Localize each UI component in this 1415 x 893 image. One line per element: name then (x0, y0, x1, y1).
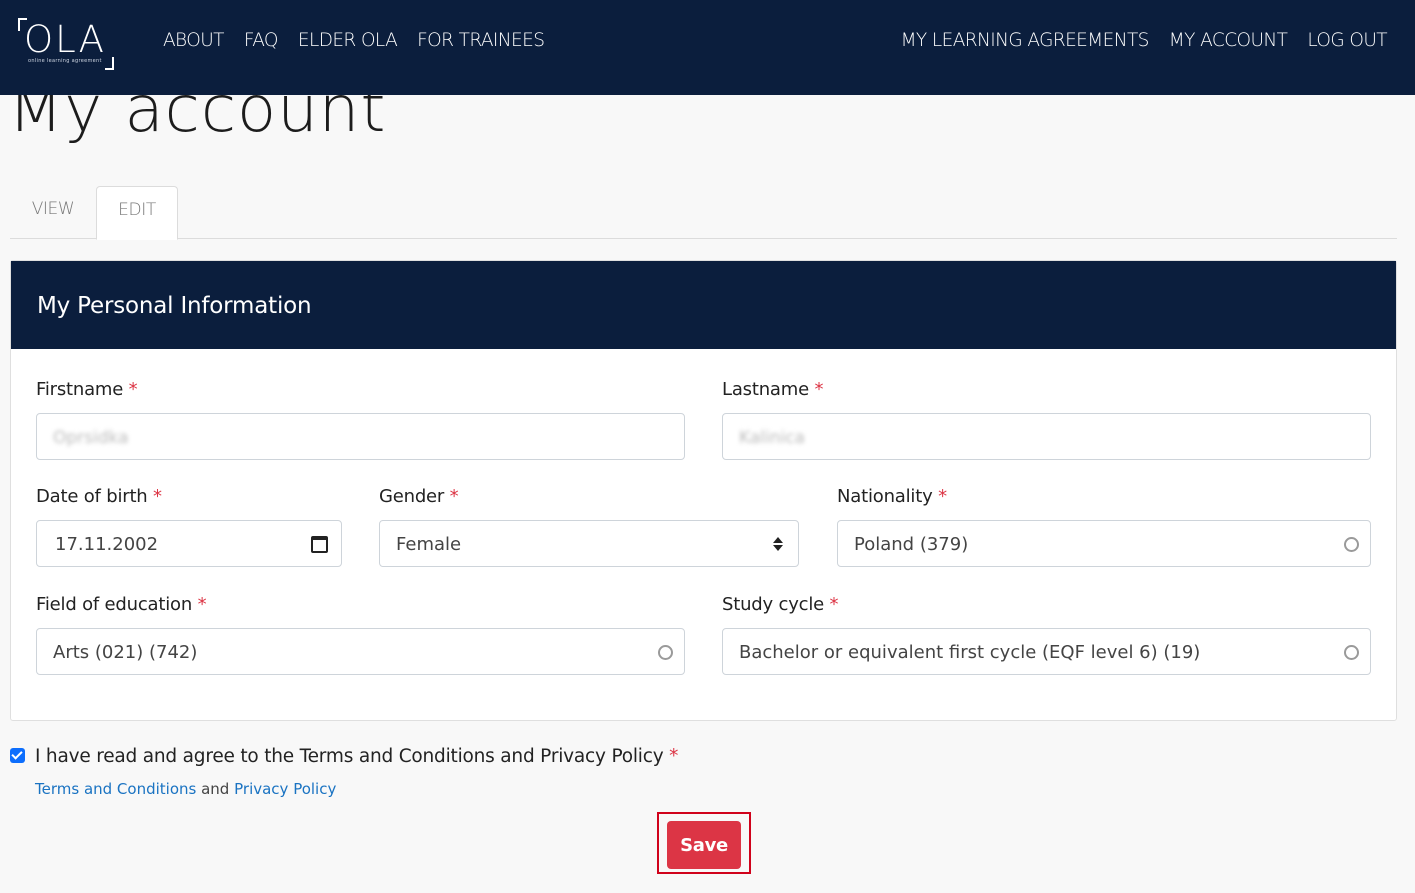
nav-link-about[interactable]: ABOUT (163, 29, 224, 53)
study-cycle-label: Study cycle * (722, 593, 839, 617)
save-button[interactable]: Save (667, 821, 741, 869)
dob-label-text: Date of birth (36, 486, 148, 507)
gender-label: Gender * (379, 485, 459, 509)
required-marker: * (449, 486, 459, 507)
field-of-education-value: Arts (021) (742) (53, 642, 198, 663)
required-marker: * (938, 486, 947, 507)
top-navbar: OLA online learning agreement ABOUT FAQ … (0, 0, 1415, 95)
required-marker: * (829, 594, 839, 615)
required-marker: * (128, 379, 138, 400)
study-cycle-autocomplete[interactable]: Bachelor or equivalent first cycle (EQF … (722, 628, 1371, 675)
study-cycle-label-text: Study cycle (722, 594, 825, 615)
nationality-autocomplete[interactable]: Poland (379) (837, 520, 1371, 567)
nav-left-links: ABOUT FAQ ELDER OLA FOR TRAINEES (163, 29, 545, 53)
nav-link-my-account[interactable]: MY ACCOUNT (1169, 29, 1288, 53)
ola-logo[interactable]: OLA online learning agreement (18, 18, 114, 70)
field-of-education-label-text: Field of education (36, 594, 193, 615)
lastname-input[interactable]: Kalinica (722, 413, 1371, 460)
nationality-label-text: Nationality (837, 486, 933, 507)
policy-links: Terms and Conditions and Privacy Policy (35, 778, 336, 800)
nav-right-links: MY LEARNING AGREEMENTS MY ACCOUNT LOG OU… (901, 29, 1388, 53)
study-cycle-value: Bachelor or equivalent first cycle (EQF … (739, 642, 1201, 663)
nav-link-my-learning-agreements[interactable]: MY LEARNING AGREEMENTS (901, 29, 1150, 53)
firstname-label-text: Firstname (36, 379, 124, 400)
select-arrows-icon (773, 535, 783, 553)
required-marker: * (814, 379, 824, 400)
personal-information-card: My Personal Information Firstname * Oprs… (10, 260, 1397, 721)
nav-link-for-trainees[interactable]: FOR TRAINEES (417, 29, 545, 53)
account-tabs: VIEW EDIT (10, 186, 1397, 240)
date-of-birth-input[interactable]: 17.11.2002 (36, 520, 342, 567)
required-marker: * (153, 486, 162, 507)
privacy-policy-link[interactable]: Privacy Policy (234, 780, 336, 798)
logo-subtitle: online learning agreement (28, 58, 102, 64)
firstname-value: Oprsidka (53, 428, 129, 448)
nationality-label: Nationality * (837, 485, 947, 509)
firstname-label: Firstname * (36, 378, 138, 402)
gender-select[interactable]: Female (379, 520, 799, 567)
required-marker: * (197, 594, 207, 615)
lastname-value: Kalinica (739, 428, 805, 448)
nav-link-faq[interactable]: FAQ (244, 29, 279, 53)
lastname-label: Lastname * (722, 378, 823, 402)
gender-label-text: Gender (379, 486, 445, 507)
gender-value: Female (396, 534, 462, 555)
required-marker: * (669, 746, 679, 767)
tab-view[interactable]: VIEW (10, 186, 96, 239)
links-conjunction: and (201, 780, 230, 798)
logo-bracket-bottom-right (105, 57, 114, 70)
autocomplete-circle-icon (1344, 537, 1359, 552)
card-title: My Personal Information (37, 293, 312, 319)
field-of-education-label: Field of education * (36, 593, 207, 617)
tab-edit[interactable]: EDIT (96, 186, 178, 240)
nav-link-elder-ola[interactable]: ELDER OLA (298, 29, 398, 53)
terms-and-conditions-link[interactable]: Terms and Conditions (35, 780, 196, 798)
terms-agreement-checkbox[interactable] (10, 748, 25, 763)
terms-agreement-text: I have read and agree to the Terms and C… (35, 746, 664, 767)
dob-value: 17.11.2002 (55, 534, 159, 555)
nav-link-log-out[interactable]: LOG OUT (1307, 29, 1387, 53)
nationality-value: Poland (379) (854, 534, 969, 555)
autocomplete-circle-icon (658, 645, 673, 660)
field-of-education-autocomplete[interactable]: Arts (021) (742) (36, 628, 685, 675)
card-header: My Personal Information (11, 261, 1396, 349)
calendar-icon[interactable] (311, 536, 328, 553)
autocomplete-circle-icon (1344, 645, 1359, 660)
terms-agreement-label: I have read and agree to the Terms and C… (35, 744, 678, 770)
lastname-label-text: Lastname (722, 379, 809, 400)
firstname-input[interactable]: Oprsidka (36, 413, 685, 460)
logo-text: OLA (24, 18, 106, 61)
dob-label: Date of birth * (36, 485, 162, 509)
